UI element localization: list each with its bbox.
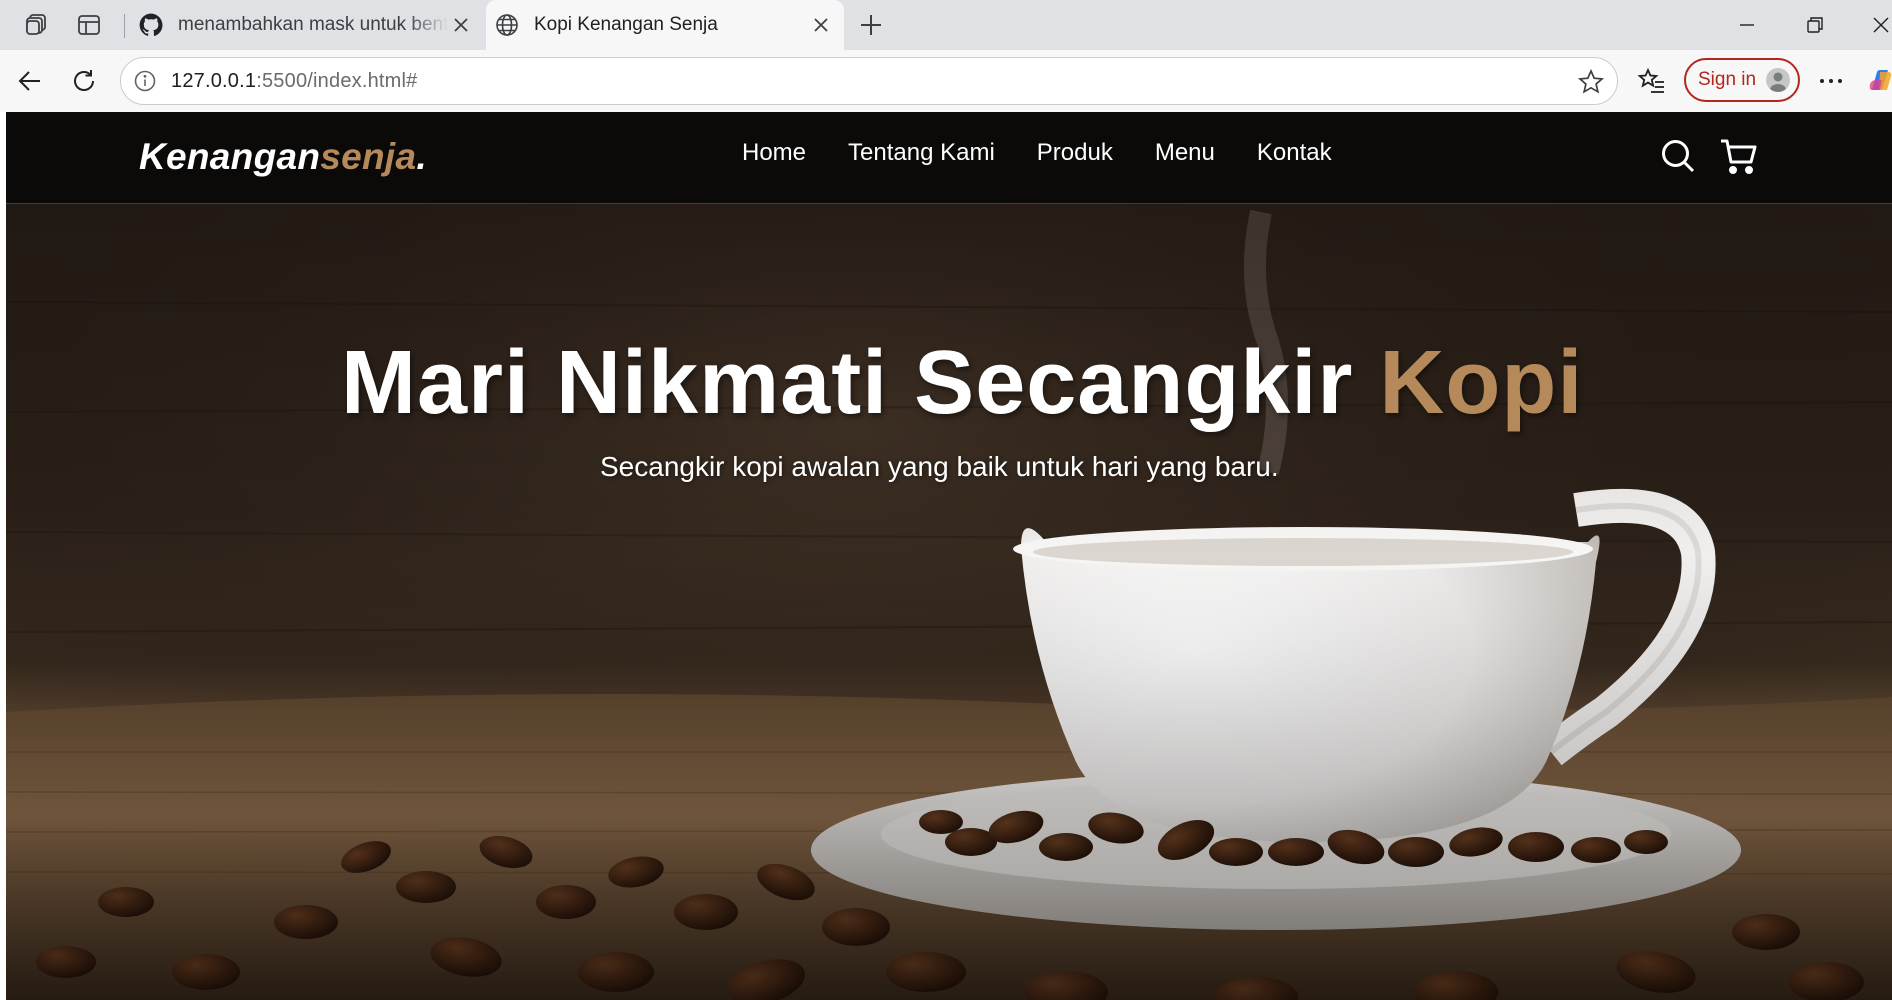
globe-icon bbox=[494, 12, 520, 38]
favorites-icon[interactable] bbox=[1633, 62, 1671, 100]
tab-actions-icon[interactable] bbox=[71, 7, 107, 43]
github-icon bbox=[138, 12, 164, 38]
tab-kopi-kenangan[interactable]: Kopi Kenangan Senja bbox=[486, 0, 844, 50]
nav-produk-link[interactable]: Produk bbox=[1037, 139, 1113, 167]
navbar-icons bbox=[1658, 136, 1758, 176]
website-viewport: Kenangansenja. Home Tentang Kami Produk … bbox=[6, 112, 1892, 1000]
browser-toolbar: 127.0.0.1:5500/index.html# Sign in bbox=[0, 50, 1892, 112]
nav-home-link[interactable]: Home bbox=[742, 139, 806, 167]
hero-coffee-image bbox=[6, 112, 1892, 1000]
site-logo[interactable]: Kenangansenja. bbox=[139, 136, 427, 178]
hero-title: Mari Nikmati Secangkir Kopi bbox=[341, 333, 1584, 433]
browser-tab-bar: menambahkan mask untuk bentuk Kopi Kenan… bbox=[0, 0, 1892, 50]
tab-title: Kopi Kenangan Senja bbox=[534, 14, 718, 35]
close-tab-icon[interactable] bbox=[808, 12, 834, 38]
new-tab-icon[interactable] bbox=[854, 8, 888, 42]
nav-tentang-kami-link[interactable]: Tentang Kami bbox=[848, 139, 995, 167]
nav-kontak-link[interactable]: Kontak bbox=[1257, 139, 1332, 167]
nav-menu-link[interactable]: Menu bbox=[1155, 139, 1215, 167]
tab-title: menambahkan mask untuk bentuk bbox=[178, 14, 448, 35]
address-bar[interactable]: 127.0.0.1:5500/index.html# bbox=[120, 57, 1618, 105]
favorite-star-icon[interactable] bbox=[1577, 68, 1605, 96]
copilot-icon[interactable] bbox=[1862, 62, 1892, 100]
minimize-icon[interactable] bbox=[1728, 6, 1766, 44]
hero-subtitle: Secangkir kopi awalan yang baik untuk ha… bbox=[600, 451, 1279, 482]
close-tab-icon[interactable] bbox=[448, 12, 474, 38]
sign-in-button[interactable]: Sign in bbox=[1684, 58, 1800, 102]
tab-separator bbox=[124, 14, 125, 38]
back-icon[interactable] bbox=[11, 62, 49, 100]
sign-in-label: Sign in bbox=[1698, 69, 1757, 90]
search-icon[interactable] bbox=[1658, 136, 1698, 176]
site-navbar: Kenangansenja. Home Tentang Kami Produk … bbox=[6, 112, 1892, 204]
more-options-icon[interactable] bbox=[1812, 62, 1850, 100]
site-info-icon[interactable] bbox=[133, 69, 157, 93]
url-text: 127.0.0.1:5500/index.html# bbox=[171, 70, 418, 92]
reload-icon[interactable] bbox=[65, 62, 103, 100]
restore-icon[interactable] bbox=[1796, 6, 1834, 44]
site-menu: Home Tentang Kami Produk Menu Kontak bbox=[742, 139, 1374, 167]
tab-github[interactable]: menambahkan mask untuk bentuk bbox=[128, 0, 484, 50]
avatar-icon bbox=[1766, 68, 1790, 92]
close-window-icon[interactable] bbox=[1862, 6, 1892, 44]
shopping-cart-icon[interactable] bbox=[1718, 136, 1758, 176]
workspaces-icon[interactable] bbox=[18, 7, 54, 43]
